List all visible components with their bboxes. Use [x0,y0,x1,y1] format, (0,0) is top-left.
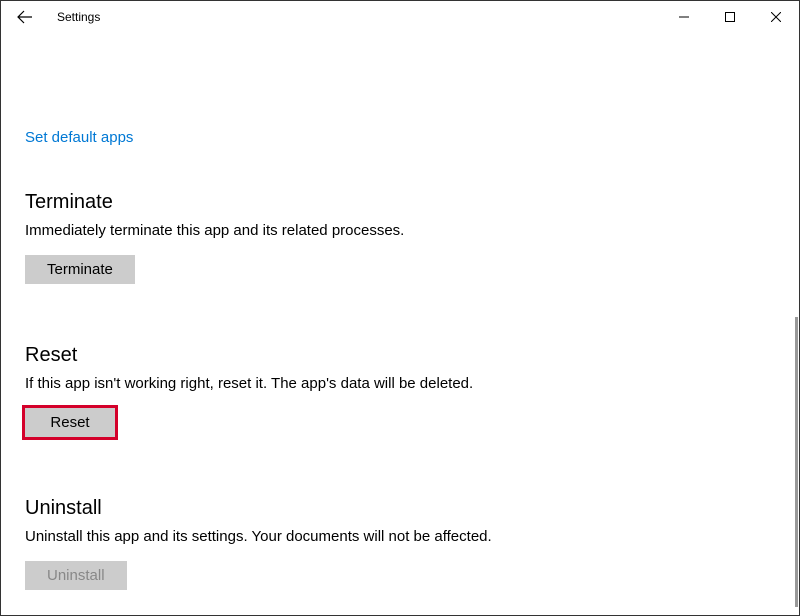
uninstall-description: Uninstall this app and its settings. You… [25,528,775,545]
uninstall-section: Uninstall Uninstall this app and its set… [25,497,775,590]
uninstall-title: Uninstall [25,497,775,520]
terminate-title: Terminate [25,191,775,214]
maximize-button[interactable] [707,1,753,33]
arrow-left-icon [17,9,33,25]
window-controls [661,1,799,33]
back-button[interactable] [9,1,41,33]
maximize-icon [725,12,735,22]
close-button[interactable] [753,1,799,33]
reset-title: Reset [25,344,775,367]
reset-description: If this app isn't working right, reset i… [25,375,775,392]
reset-section: Reset If this app isn't working right, r… [25,344,775,437]
terminate-button[interactable]: Terminate [25,255,135,284]
window-title: Settings [57,10,100,24]
terminate-description: Immediately terminate this app and its r… [25,222,775,239]
vertical-scrollbar[interactable] [795,317,798,607]
uninstall-button: Uninstall [25,561,127,590]
terminate-section: Terminate Immediately terminate this app… [25,191,775,284]
minimize-icon [679,12,689,22]
titlebar: Settings [1,1,799,33]
minimize-button[interactable] [661,1,707,33]
settings-content: Set default apps Terminate Immediately t… [1,33,799,614]
close-icon [771,12,781,22]
reset-button[interactable]: Reset [25,408,115,437]
set-default-apps-link[interactable]: Set default apps [25,129,133,146]
